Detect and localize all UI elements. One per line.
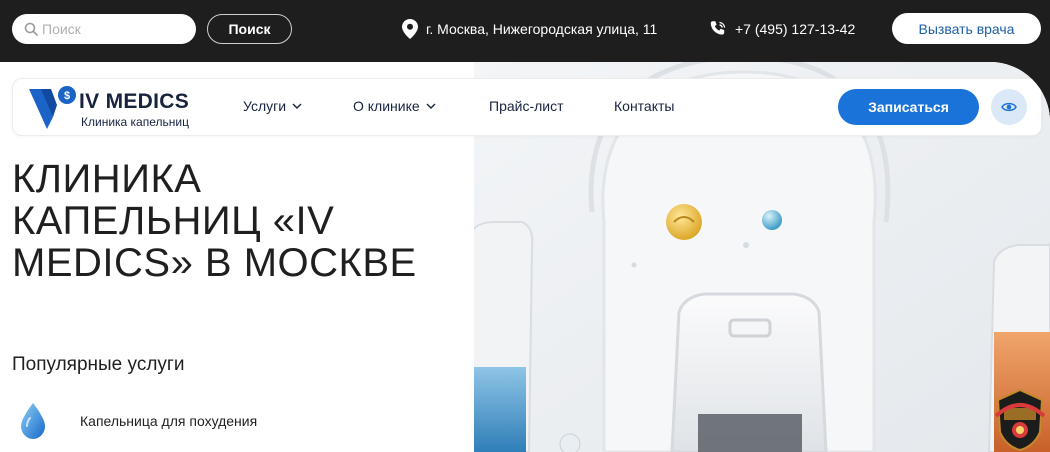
nav-item-contacts[interactable]: Контакты — [614, 98, 674, 114]
eye-icon — [1001, 102, 1017, 112]
search-input[interactable] — [42, 14, 192, 44]
logo-subtitle: Клиника капельниц — [81, 115, 189, 129]
phone-icon — [710, 21, 726, 35]
nav-item-services[interactable]: Услуги — [243, 98, 302, 114]
top-bar: Поиск г. Москва, Нижегородская улица, 11… — [0, 0, 1050, 62]
nav-item-label: Контакты — [614, 98, 675, 114]
location-pin-icon — [402, 19, 418, 39]
popular-services-heading: Популярные услуги — [12, 354, 185, 375]
search-icon — [24, 22, 38, 36]
address-text: г. Москва, Нижегородская улица, 11 — [426, 21, 658, 37]
chevron-down-icon — [426, 103, 436, 109]
nav-item-pricelist[interactable]: Прайс-лист — [489, 98, 564, 114]
logo-name: IV MEDICS — [79, 90, 190, 113]
emblem-badge-icon — [994, 388, 1046, 452]
page-title: Клиника капельниц «IV MEDICS» в Москве — [12, 157, 417, 285]
address: г. Москва, Нижегородская улица, 11 — [402, 17, 657, 41]
nav-item-label: Прайс-лист — [489, 98, 564, 114]
search-button[interactable]: Поиск — [207, 14, 292, 44]
accessibility-button[interactable] — [991, 89, 1027, 125]
call-doctor-button[interactable]: Вызвать врача — [892, 13, 1041, 44]
phone[interactable]: +7 (495) 127-13-42 — [709, 17, 855, 41]
phone-number[interactable]: +7 (495) 127-13-42 — [735, 21, 855, 37]
logo-mark-icon: $ — [29, 86, 76, 129]
main-nav: $ IV MEDICS Клиника капельниц Услуги О к… — [12, 78, 1042, 136]
chevron-down-icon — [292, 103, 302, 109]
signup-button[interactable]: Записаться — [838, 89, 979, 125]
search-field[interactable] — [12, 14, 196, 44]
service-label: Капельница для похудения — [80, 413, 258, 429]
svg-text:$: $ — [64, 90, 70, 102]
nav-item-label: Услуги — [243, 98, 287, 114]
nav-item-about[interactable]: О клинике — [353, 98, 436, 114]
nav-item-label: О клинике — [353, 98, 420, 114]
main-area: $ IV MEDICS Клиника капельниц Услуги О к… — [0, 62, 1050, 452]
logo[interactable]: $ IV MEDICS Клиника капельниц — [27, 83, 207, 133]
water-drop-icon — [21, 403, 45, 439]
list-item[interactable]: Капельница для похудения — [18, 402, 257, 440]
